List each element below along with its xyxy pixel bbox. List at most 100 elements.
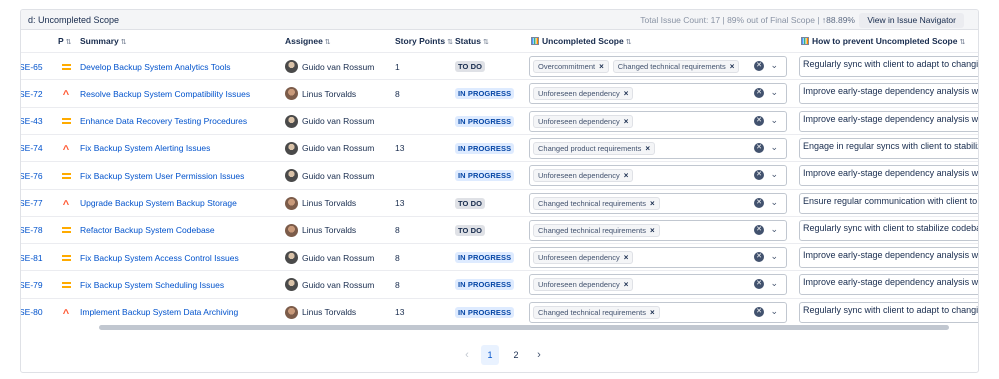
uncompleted-scope-select[interactable]: Unforeseen dependency × ✕ ⌄ [529, 110, 787, 132]
table-row[interactable]: SE-74 ^ Fix Backup System Alerting Issue… [21, 133, 978, 162]
issue-summary-link[interactable]: Fix Backup System User Permission Issues [80, 162, 244, 189]
prevention-text-field[interactable]: Improve early-stage dependency analysis … [799, 110, 978, 132]
chevron-down-icon[interactable]: ⌄ [770, 87, 778, 98]
issue-summary-link[interactable]: Refactor Backup System Codebase [80, 217, 215, 244]
issue-key-link[interactable]: SE-77 [21, 190, 43, 217]
issue-key-link[interactable]: SE-78 [21, 217, 43, 244]
previous-page-icon[interactable]: ‹ [461, 349, 473, 361]
view-in-issue-navigator-button[interactable]: View in Issue Navigator [859, 13, 964, 28]
clear-icon[interactable]: ✕ [754, 88, 764, 99]
sort-icon[interactable]: ⇅ [325, 39, 331, 46]
sort-icon[interactable]: ⇅ [66, 39, 72, 46]
remove-tag-icon[interactable]: × [624, 171, 629, 180]
issue-summary-link[interactable]: Upgrade Backup System Backup Storage [80, 190, 237, 217]
remove-tag-icon[interactable]: × [624, 89, 629, 98]
header-story-points[interactable]: Story Points ⇅ [395, 36, 453, 46]
chevron-down-icon[interactable]: ⌄ [770, 142, 778, 153]
sort-icon[interactable]: ⇅ [959, 39, 965, 46]
issue-key-link[interactable]: SE-80 [21, 299, 43, 326]
prevention-text-field[interactable]: Improve early-stage dependency analysis … [799, 165, 978, 187]
uncompleted-scope-select[interactable]: Unforeseen dependency × ✕ ⌄ [529, 165, 787, 187]
table-row[interactable]: SE-81 Fix Backup System Access Control I… [21, 243, 978, 271]
remove-tag-icon[interactable]: × [624, 117, 629, 126]
remove-tag-icon[interactable]: × [650, 308, 655, 317]
remove-tag-icon[interactable]: × [730, 62, 735, 71]
clear-icon[interactable]: ✕ [754, 197, 764, 208]
table-row[interactable]: SE-77 ^ Upgrade Backup System Backup Sto… [21, 188, 978, 217]
remove-tag-icon[interactable]: × [650, 226, 655, 235]
clear-icon[interactable]: ✕ [754, 142, 764, 153]
clear-icon[interactable]: ✕ [754, 115, 764, 126]
issue-key-link[interactable]: SE-76 [21, 162, 43, 189]
chevron-down-icon[interactable]: ⌄ [770, 251, 778, 262]
remove-tag-icon[interactable]: × [624, 280, 629, 289]
issue-key-link[interactable]: SE-79 [21, 271, 43, 298]
chevron-down-icon[interactable]: ⌄ [770, 115, 778, 126]
uncompleted-scope-select[interactable]: Changed technical requirements × ✕ ⌄ [529, 219, 787, 241]
header-uncompleted-scope[interactable]: Uncompleted Scope ⇅ [531, 36, 632, 46]
header-priority[interactable]: P ⇅ [58, 36, 72, 46]
issue-summary-link[interactable]: Fix Backup System Alerting Issues [80, 135, 210, 162]
clear-icon[interactable]: ✕ [754, 170, 764, 181]
uncompleted-scope-select[interactable]: Unforeseen dependency × ✕ ⌄ [529, 274, 787, 296]
issue-key-link[interactable]: SE-81 [21, 244, 43, 271]
table-row[interactable]: SE-72 ^ Resolve Backup System Compatibil… [21, 79, 978, 107]
header-summary[interactable]: Summary ⇅ [80, 36, 127, 46]
clear-icon[interactable]: ✕ [754, 61, 764, 71]
uncompleted-scope-select[interactable]: Changed technical requirements × ✕ ⌄ [529, 301, 787, 323]
table-row[interactable]: SE-80 ^ Implement Backup System Data Arc… [21, 297, 978, 326]
clear-icon[interactable]: ✕ [754, 306, 764, 317]
prevention-text-field[interactable]: Regularly sync with client to adapt to c… [799, 56, 978, 77]
sort-icon[interactable]: ⇅ [483, 39, 489, 46]
uncompleted-scope-select[interactable]: Unforeseen dependency × ✕ ⌄ [529, 247, 787, 269]
table-row[interactable]: SE-65 Develop Backup System Analytics To… [21, 52, 978, 80]
prevention-text-field[interactable]: Ensure regular communication with client… [799, 192, 978, 214]
sort-icon[interactable]: ⇅ [447, 39, 453, 46]
issue-key-link[interactable]: SE-65 [21, 53, 43, 80]
uncompleted-scope-select[interactable]: Changed technical requirements × ✕ ⌄ [529, 192, 787, 214]
sort-icon[interactable]: ⇅ [626, 39, 632, 46]
table-row[interactable]: SE-79 Fix Backup System Scheduling Issue… [21, 270, 978, 298]
page-1-button[interactable]: 1 [481, 345, 499, 365]
prevention-text-field[interactable]: Improve early-stage dependency analysis … [799, 274, 978, 296]
remove-tag-icon[interactable]: × [599, 62, 604, 71]
remove-tag-icon[interactable]: × [645, 144, 650, 153]
chevron-down-icon[interactable]: ⌄ [770, 278, 778, 289]
prevention-text-field[interactable]: Improve early-stage dependency analysis … [799, 83, 978, 105]
issue-summary-link[interactable]: Implement Backup System Data Archiving [80, 299, 238, 326]
issue-summary-link[interactable]: Develop Backup System Analytics Tools [80, 53, 231, 80]
page-2-button[interactable]: 2 [507, 345, 525, 365]
clear-icon[interactable]: ✕ [754, 252, 764, 263]
horizontal-scrollbar[interactable] [99, 325, 949, 330]
clear-icon[interactable]: ✕ [754, 279, 764, 290]
prevention-text-field[interactable]: Improve early-stage dependency analysis … [799, 247, 978, 269]
uncompleted-scope-select[interactable]: Unforeseen dependency × ✕ ⌄ [529, 83, 787, 105]
issue-key-link[interactable]: SE-72 [21, 80, 43, 107]
header-how-to-prevent[interactable]: How to prevent Uncompleted Scope ⇅ [801, 36, 965, 46]
chevron-down-icon[interactable]: ⌄ [770, 224, 778, 235]
table-row[interactable]: SE-76 Fix Backup System User Permission … [21, 161, 978, 189]
sort-icon[interactable]: ⇅ [121, 39, 127, 46]
issue-summary-link[interactable]: Fix Backup System Access Control Issues [80, 244, 239, 271]
issue-summary-link[interactable]: Resolve Backup System Compatibility Issu… [80, 80, 250, 107]
issue-summary-link[interactable]: Enhance Data Recovery Testing Procedures [80, 108, 247, 135]
header-assignee[interactable]: Assignee ⇅ [285, 36, 331, 46]
next-page-icon[interactable]: › [533, 349, 545, 361]
clear-icon[interactable]: ✕ [754, 224, 764, 235]
issue-summary-link[interactable]: Fix Backup System Scheduling Issues [80, 271, 224, 298]
prevention-text-field[interactable]: Regularly sync with client to stabilize … [799, 219, 978, 241]
table-row[interactable]: SE-78 Refactor Backup System Codebase Li… [21, 215, 978, 244]
prevention-text-field[interactable]: Regularly sync with client to adapt to c… [799, 301, 978, 323]
issue-key-link[interactable]: SE-43 [21, 108, 43, 135]
remove-tag-icon[interactable]: × [650, 199, 655, 208]
chevron-down-icon[interactable]: ⌄ [770, 169, 778, 180]
uncompleted-scope-select[interactable]: Overcommitment × Changed technical requi… [529, 56, 787, 77]
prevention-text-field[interactable]: Engage in regular syncs with client to s… [799, 137, 978, 159]
uncompleted-scope-select[interactable]: Changed product requirements × ✕ ⌄ [529, 137, 787, 159]
table-row[interactable]: SE-43 Enhance Data Recovery Testing Proc… [21, 106, 978, 135]
header-status[interactable]: Status ⇅ [455, 36, 489, 46]
issue-key-link[interactable]: SE-74 [21, 135, 43, 162]
chevron-down-icon[interactable]: ⌄ [770, 60, 778, 71]
remove-tag-icon[interactable]: × [624, 253, 629, 262]
chevron-down-icon[interactable]: ⌄ [770, 197, 778, 208]
